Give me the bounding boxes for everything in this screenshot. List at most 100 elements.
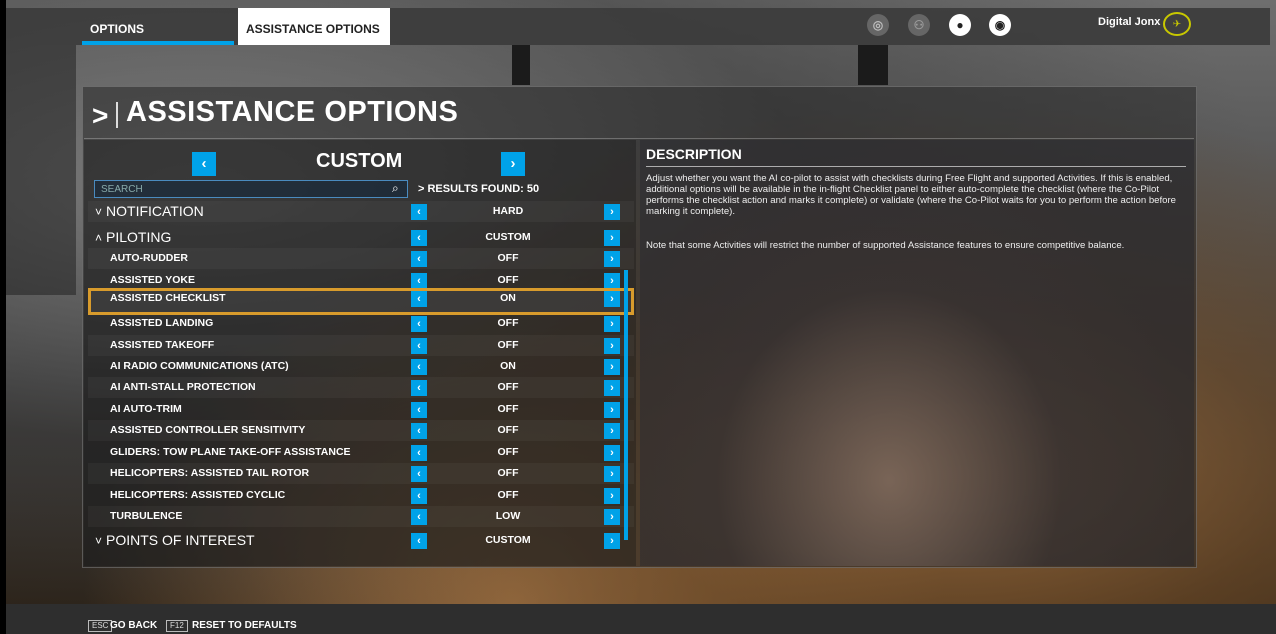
- go-back-button[interactable]: GO BACK: [110, 620, 157, 631]
- category-row[interactable]: ˅ POINTS OF INTEREST ‹ CUSTOM ›: [88, 530, 634, 551]
- description-body: Adjust whether you want the AI co-pilot …: [646, 173, 1177, 217]
- setting-label: AI AUTO-TRIM: [110, 403, 182, 415]
- setting-label: AUTO-RUDDER: [110, 252, 188, 264]
- setting-label: TURBULENCE: [110, 510, 183, 522]
- description-divider: [646, 166, 1186, 167]
- setting-label: HELICOPTERS: ASSISTED CYCLIC: [110, 489, 286, 501]
- profile-icon[interactable]: ●: [949, 14, 971, 36]
- tab-options[interactable]: OPTIONS: [82, 8, 234, 45]
- setting-label: GLIDERS: TOW PLANE TAKE-OFF ASSISTANCE: [110, 446, 351, 458]
- setting-row[interactable]: ASSISTED CHECKLIST ‹ ON ›: [88, 288, 634, 315]
- value-next-button[interactable]: ›: [604, 488, 620, 504]
- value-next-button[interactable]: ›: [604, 251, 620, 267]
- background-strut: [6, 45, 76, 295]
- search-input[interactable]: SEARCH: [94, 180, 408, 198]
- achievements-icon[interactable]: ◎: [867, 14, 889, 36]
- setting-value: OFF: [497, 424, 519, 436]
- setting-row[interactable]: AI AUTO-TRIM ‹ OFF ›: [88, 399, 634, 420]
- category-label: POINTS OF INTEREST: [106, 532, 255, 548]
- setting-value: OFF: [497, 274, 519, 286]
- results-count: > RESULTS FOUND: 50: [418, 183, 539, 195]
- preset-prev-button[interactable]: ‹: [192, 152, 216, 176]
- category-label-wrap: ˅ NOTIFICATION: [95, 203, 204, 219]
- category-label: NOTIFICATION: [106, 203, 204, 219]
- setting-row[interactable]: AI RADIO COMMUNICATIONS (ATC) ‹ ON ›: [88, 356, 634, 377]
- setting-value: ON: [500, 292, 516, 304]
- setting-row[interactable]: AI ANTI-STALL PROTECTION ‹ OFF ›: [88, 377, 634, 398]
- chevron-down-icon[interactable]: ˅: [95, 205, 102, 219]
- value-next-button[interactable]: ›: [604, 533, 620, 549]
- setting-value: CUSTOM: [485, 534, 531, 546]
- category-row[interactable]: ˅ NOTIFICATION ‹ HARD ›: [88, 201, 634, 222]
- value-next-button[interactable]: ›: [604, 509, 620, 525]
- value-next-button[interactable]: ›: [604, 291, 620, 307]
- value-next-button[interactable]: ›: [604, 402, 620, 418]
- setting-label: AI RADIO COMMUNICATIONS (ATC): [110, 360, 289, 372]
- setting-value: OFF: [497, 446, 519, 458]
- setting-label: ASSISTED YOKE: [110, 274, 195, 286]
- tab-active-indicator: [82, 41, 234, 45]
- title-separator: [116, 102, 118, 128]
- setting-value: LOW: [495, 510, 521, 522]
- value-next-button[interactable]: ›: [604, 230, 620, 246]
- value-next-button[interactable]: ›: [604, 204, 620, 220]
- chevron-up-icon[interactable]: ˄: [95, 231, 102, 245]
- reset-defaults-button[interactable]: RESET TO DEFAULTS: [192, 620, 297, 631]
- page-title: ASSISTANCE OPTIONS: [126, 96, 459, 128]
- list-scrollbar[interactable]: [624, 270, 628, 540]
- setting-value: OFF: [497, 339, 519, 351]
- tab-assistance-options[interactable]: ASSISTANCE OPTIONS: [238, 8, 390, 45]
- results-text: RESULTS FOUND: 50: [427, 183, 540, 195]
- setting-row[interactable]: GLIDERS: TOW PLANE TAKE-OFF ASSISTANCE ‹ O…: [88, 442, 634, 463]
- value-next-button[interactable]: ›: [604, 273, 620, 289]
- category-label-wrap: ˄ PILOTING: [95, 229, 171, 245]
- chevron-down-icon[interactable]: ˅: [95, 534, 102, 548]
- setting-row[interactable]: ASSISTED LANDING ‹ OFF ›: [88, 313, 634, 334]
- setting-value: OFF: [497, 381, 519, 393]
- setting-value: OFF: [497, 467, 519, 479]
- background-strut: [512, 45, 530, 85]
- category-label: PILOTING: [106, 229, 172, 245]
- setting-label: ASSISTED LANDING: [110, 317, 214, 329]
- setting-value: OFF: [497, 317, 519, 329]
- description-heading: DESCRIPTION: [646, 146, 742, 162]
- setting-value: HARD: [492, 205, 524, 217]
- setting-row[interactable]: ASSISTED TAKEOFF ‹ OFF ›: [88, 335, 634, 356]
- username[interactable]: Digital Jonx: [1098, 16, 1160, 28]
- setting-label: ASSISTED TAKEOFF: [110, 339, 215, 351]
- setting-row[interactable]: HELICOPTERS: ASSISTED TAIL ROTOR ‹ OFF ›: [88, 463, 634, 484]
- setting-value: OFF: [497, 489, 519, 501]
- value-next-button[interactable]: ›: [604, 380, 620, 396]
- category-label-wrap: ˅ POINTS OF INTEREST: [95, 532, 255, 548]
- setting-value: ON: [500, 360, 516, 372]
- setting-value: OFF: [497, 252, 519, 264]
- value-next-button[interactable]: ›: [604, 466, 620, 482]
- setting-label: ASSISTED CONTROLLER SENSITIVITY: [110, 424, 306, 436]
- friends-icon[interactable]: ⚇: [908, 14, 930, 36]
- value-next-button[interactable]: ›: [604, 445, 620, 461]
- preset-value: CUSTOM: [316, 150, 403, 172]
- setting-value: CUSTOM: [485, 231, 531, 243]
- value-next-button[interactable]: ›: [604, 338, 620, 354]
- chevron-right-icon: >: [92, 100, 109, 131]
- search-icon[interactable]: ⌕: [392, 181, 399, 196]
- notifications-icon[interactable]: ◉: [989, 14, 1011, 36]
- setting-row[interactable]: ASSISTED CONTROLLER SENSITIVITY ‹ OFF ›: [88, 420, 634, 441]
- setting-row[interactable]: TURBULENCE ‹ LOW ›: [88, 506, 634, 527]
- setting-row[interactable]: AUTO-RUDDER ‹ OFF ›: [88, 248, 634, 269]
- title-divider: [84, 138, 1194, 139]
- esc-key-hint: ESC: [88, 620, 113, 632]
- setting-label: HELICOPTERS: ASSISTED TAIL ROTOR: [110, 467, 310, 479]
- category-row[interactable]: ˄ PILOTING ‹ CUSTOM ›: [88, 227, 634, 248]
- value-next-button[interactable]: ›: [604, 423, 620, 439]
- setting-label: AI ANTI-STALL PROTECTION: [110, 381, 256, 393]
- setting-value: OFF: [497, 403, 519, 415]
- value-next-button[interactable]: ›: [604, 359, 620, 375]
- f12-key-hint: F12: [166, 620, 188, 632]
- description-note: Note that some Activities will restrict …: [646, 240, 1125, 251]
- setting-row[interactable]: HELICOPTERS: ASSISTED CYCLIC ‹ OFF ›: [88, 485, 634, 506]
- pilot-badge-icon: ✈: [1163, 12, 1191, 36]
- preset-next-button[interactable]: ›: [501, 152, 525, 176]
- setting-label: ASSISTED CHECKLIST: [110, 292, 226, 304]
- value-next-button[interactable]: ›: [604, 316, 620, 332]
